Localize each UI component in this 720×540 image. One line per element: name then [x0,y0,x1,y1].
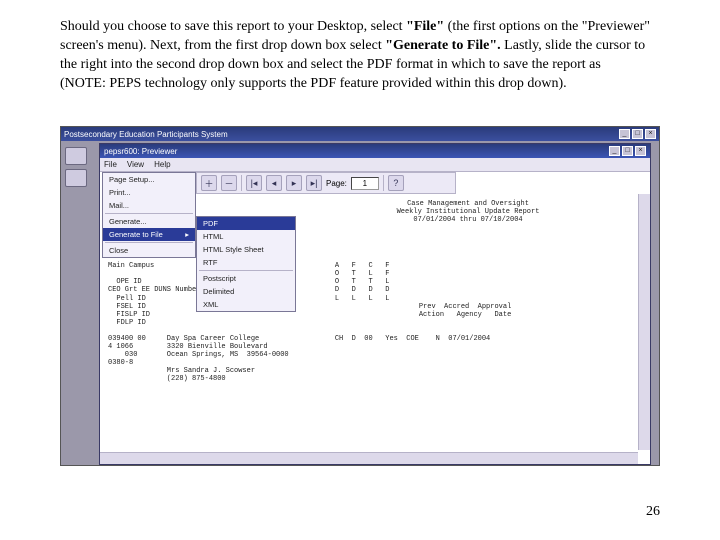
maximize-icon[interactable]: □ [632,129,643,139]
submenu-item[interactable]: HTML Style Sheet [197,243,295,256]
app-icon[interactable] [65,147,87,165]
vertical-scrollbar[interactable] [638,194,650,450]
file-menu-item[interactable]: Print... [103,186,195,199]
file-menu-item[interactable]: Mail... [103,199,195,212]
last-page-icon[interactable]: ▸| [306,175,322,191]
menu-view[interactable]: View [127,160,144,169]
maximize-icon[interactable]: □ [622,146,633,156]
submenu-item[interactable]: HTML [197,230,295,243]
file-menu-item[interactable]: Page Setup... [103,173,195,186]
page-number: 26 [646,504,660,520]
submenu-item[interactable]: Delimited [197,285,295,298]
first-page-icon[interactable]: |◂ [246,175,262,191]
close-icon[interactable]: × [645,129,656,139]
app-icon[interactable] [65,169,87,187]
close-icon[interactable]: × [635,146,646,156]
file-menu-item[interactable]: Generate... [103,215,195,228]
minimize-icon[interactable]: _ [609,146,620,156]
horizontal-scrollbar[interactable] [100,452,638,464]
submenu-item[interactable]: PDF [197,217,295,230]
page-number-input[interactable]: 1 [351,177,379,190]
file-menu-item[interactable]: Generate to File▸ [103,228,195,241]
file-menu-item[interactable]: Close [103,244,195,257]
next-page-icon[interactable]: ▸ [286,175,302,191]
previewer-titlebar: pepsr600: Previewer _ □ × [100,144,650,158]
previewer-toolbar: ＋ － |◂ ◂ ▸ ▸| Page: 1 ? [196,172,456,194]
report-header: Case Management and OversightWeekly Inst… [338,200,598,224]
submenu-item[interactable]: RTF [197,256,295,269]
help-icon[interactable]: ? [388,175,404,191]
minimize-icon[interactable]: _ [619,129,630,139]
prev-page-icon[interactable]: ◂ [266,175,282,191]
outer-window-titlebar: Postsecondary Education Participants Sys… [61,127,659,141]
outer-left-toolbar [65,147,89,187]
menu-help[interactable]: Help [154,160,170,169]
submenu-item[interactable]: XML [197,298,295,311]
file-dropdown-menu: Page Setup...Print...Mail... Generate...G… [102,172,196,258]
previewer-title: pepsr600: Previewer [104,147,177,156]
page-label: Page: [326,179,347,188]
outer-window-title: Postsecondary Education Participants Sys… [64,130,228,139]
instruction-paragraph: Should you choose to save this report to… [60,18,650,94]
previewer-window: pepsr600: Previewer _ □ × File View Help… [99,143,651,465]
previewer-menubar: File View Help [100,158,650,172]
zoom-out-icon[interactable]: － [221,175,237,191]
generate-to-file-submenu: PDFHTMLHTML Style SheetRTF PostscriptDeli… [196,216,296,312]
embedded-screenshot: Postsecondary Education Participants Sys… [60,126,660,466]
menu-file[interactable]: File [104,160,117,169]
submenu-item[interactable]: Postscript [197,272,295,285]
zoom-in-icon[interactable]: ＋ [201,175,217,191]
